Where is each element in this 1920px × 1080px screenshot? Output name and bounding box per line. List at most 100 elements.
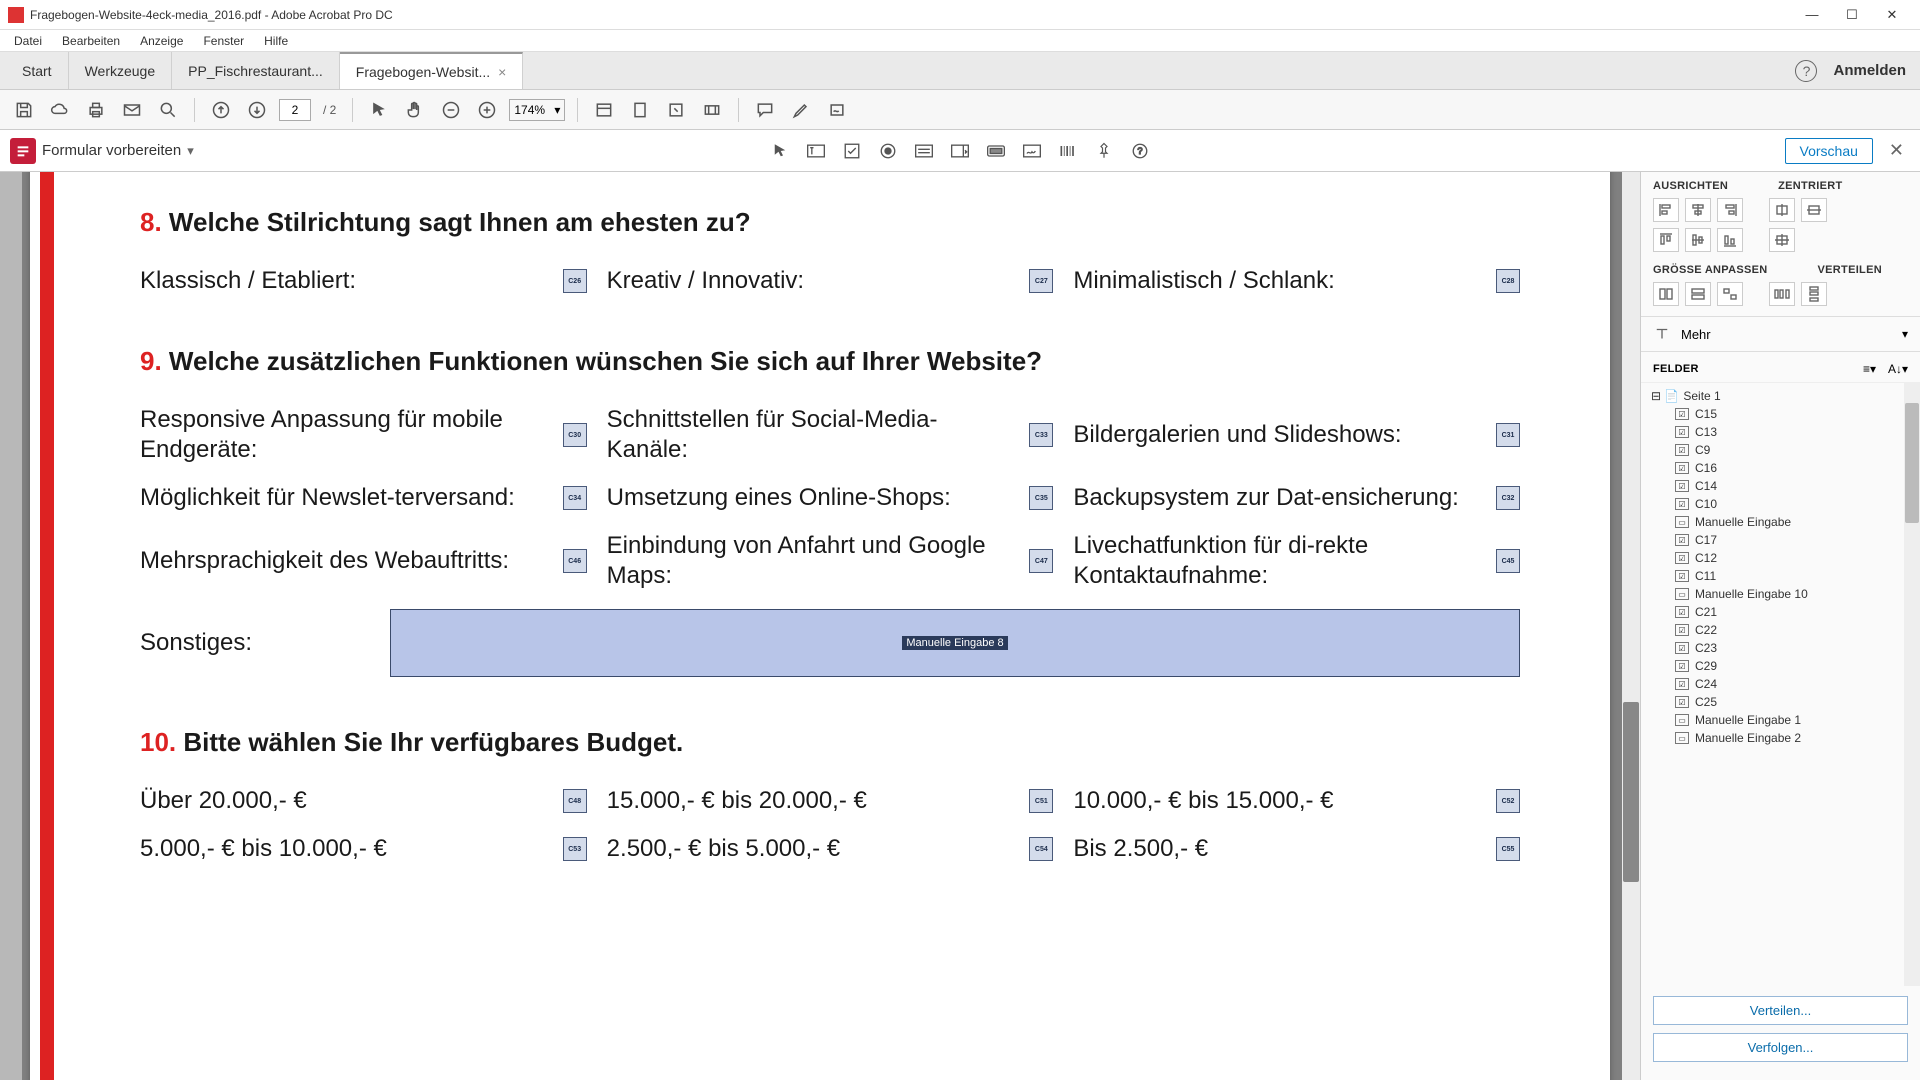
pin-tool-icon[interactable] (1089, 138, 1119, 164)
menu-item[interactable]: Datei (6, 32, 50, 50)
checkbox-field[interactable]: C30 (563, 423, 587, 447)
checkbox-field[interactable]: C27 (1029, 269, 1053, 293)
distribute-h-icon[interactable] (1769, 282, 1795, 306)
page-number-input[interactable] (279, 99, 311, 121)
zoom-in-icon[interactable] (473, 96, 501, 124)
field-list-item[interactable]: ▭Manuelle Eingabe 2 (1641, 729, 1920, 747)
distribute-v-icon[interactable] (1801, 282, 1827, 306)
field-page-node[interactable]: ⊟ 📄 Seite 1 (1641, 387, 1920, 405)
checkbox-tool-icon[interactable] (837, 138, 867, 164)
checkbox-field[interactable]: C51 (1029, 789, 1053, 813)
left-nav-strip[interactable] (0, 172, 22, 1080)
scroll-thumb[interactable] (1905, 403, 1919, 523)
checkbox-field[interactable]: C33 (1029, 423, 1053, 447)
align-vcenter-icon[interactable] (1685, 228, 1711, 252)
page-down-icon[interactable] (243, 96, 271, 124)
match-height-icon[interactable] (1685, 282, 1711, 306)
search-icon[interactable] (154, 96, 182, 124)
more-dropdown[interactable]: Mehr ▾ (1641, 316, 1920, 352)
barcode-tool-icon[interactable] (1053, 138, 1083, 164)
sign-icon[interactable] (823, 96, 851, 124)
document-area[interactable]: 8. Welche Stilrichtung sagt Ihnen am ehe… (22, 172, 1640, 1080)
field-list-item[interactable]: ☑C14 (1641, 477, 1920, 495)
view-mode-icon[interactable] (698, 96, 726, 124)
tab-doc1[interactable]: PP_Fischrestaurant... (172, 52, 340, 89)
field-list-item[interactable]: ☑C15 (1641, 405, 1920, 423)
textfield-tool-icon[interactable] (801, 138, 831, 164)
distribute-button[interactable]: Verteilen... (1653, 996, 1908, 1025)
maximize-button[interactable]: ☐ (1832, 3, 1872, 27)
field-list-item[interactable]: ☑C13 (1641, 423, 1920, 441)
print-icon[interactable] (82, 96, 110, 124)
cloud-icon[interactable] (46, 96, 74, 124)
close-panel-button[interactable]: ✕ (1883, 140, 1910, 161)
checkbox-field[interactable]: C31 (1496, 423, 1520, 447)
align-hcenter-icon[interactable] (1685, 198, 1711, 222)
checkbox-field[interactable]: C32 (1496, 486, 1520, 510)
radio-tool-icon[interactable] (873, 138, 903, 164)
login-link[interactable]: Anmelden (1833, 62, 1906, 79)
checkbox-field[interactable]: C52 (1496, 789, 1520, 813)
center-v-icon[interactable] (1801, 198, 1827, 222)
field-list-item[interactable]: ▭Manuelle Eingabe (1641, 513, 1920, 531)
field-list-item[interactable]: ☑C11 (1641, 567, 1920, 585)
field-list-item[interactable]: ☑C12 (1641, 549, 1920, 567)
field-list-item[interactable]: ☑C17 (1641, 531, 1920, 549)
field-list-scrollbar[interactable] (1904, 383, 1920, 986)
tab-tools[interactable]: Werkzeuge (69, 52, 173, 89)
vertical-scrollbar[interactable] (1622, 172, 1640, 1080)
listbox-tool-icon[interactable] (909, 138, 939, 164)
field-list-item[interactable]: ☑C23 (1641, 639, 1920, 657)
fit-page-icon[interactable] (626, 96, 654, 124)
field-list-item[interactable]: ☑C22 (1641, 621, 1920, 639)
center-h-icon[interactable] (1769, 198, 1795, 222)
field-list-item[interactable]: ▭Manuelle Eingabe 10 (1641, 585, 1920, 603)
fit-width-icon[interactable] (590, 96, 618, 124)
rotate-icon[interactable] (662, 96, 690, 124)
checkbox-field[interactable]: C28 (1496, 269, 1520, 293)
field-list-item[interactable]: ☑C24 (1641, 675, 1920, 693)
mail-icon[interactable] (118, 96, 146, 124)
track-button[interactable]: Verfolgen... (1653, 1033, 1908, 1062)
zoom-select[interactable]: 174%▾ (509, 99, 565, 121)
tab-doc2[interactable]: Fragebogen-Websit...× (340, 52, 524, 89)
align-bottom-icon[interactable] (1717, 228, 1743, 252)
checkbox-field[interactable]: C47 (1029, 549, 1053, 573)
page-up-icon[interactable] (207, 96, 235, 124)
match-both-icon[interactable] (1717, 282, 1743, 306)
menu-item[interactable]: Bearbeiten (54, 32, 128, 50)
text-field[interactable]: Manuelle Eingabe 8 (390, 609, 1520, 677)
checkbox-field[interactable]: C48 (563, 789, 587, 813)
close-window-button[interactable]: ✕ (1872, 3, 1912, 27)
menu-item[interactable]: Fenster (195, 32, 252, 50)
checkbox-field[interactable]: C45 (1496, 549, 1520, 573)
checkbox-field[interactable]: C55 (1496, 837, 1520, 861)
field-list-item[interactable]: ☑C10 (1641, 495, 1920, 513)
pointer-icon[interactable] (365, 96, 393, 124)
checkbox-field[interactable]: C54 (1029, 837, 1053, 861)
form-help-icon[interactable]: ? (1125, 138, 1155, 164)
hand-icon[interactable] (401, 96, 429, 124)
field-list-item[interactable]: ☑C16 (1641, 459, 1920, 477)
dropdown-tool-icon[interactable] (945, 138, 975, 164)
tab-close-icon[interactable]: × (498, 64, 506, 80)
align-left-icon[interactable] (1653, 198, 1679, 222)
match-width-icon[interactable] (1653, 282, 1679, 306)
highlight-icon[interactable] (787, 96, 815, 124)
checkbox-field[interactable]: C53 (563, 837, 587, 861)
scroll-thumb[interactable] (1623, 702, 1639, 882)
help-icon[interactable]: ? (1795, 60, 1817, 82)
save-icon[interactable] (10, 96, 38, 124)
sort-icon[interactable]: ≡▾ (1863, 362, 1876, 376)
order-icon[interactable]: A↓▾ (1888, 362, 1908, 376)
field-list-item[interactable]: ☑C9 (1641, 441, 1920, 459)
select-tool-icon[interactable] (765, 138, 795, 164)
checkbox-field[interactable]: C34 (563, 486, 587, 510)
minimize-button[interactable]: — (1792, 3, 1832, 27)
checkbox-field[interactable]: C46 (563, 549, 587, 573)
menu-item[interactable]: Anzeige (132, 32, 191, 50)
form-mode-dropdown[interactable]: Formular vorbereiten ▾ (10, 138, 194, 164)
menu-item[interactable]: Hilfe (256, 32, 296, 50)
field-list-item[interactable]: ☑C29 (1641, 657, 1920, 675)
preview-button[interactable]: Vorschau (1785, 138, 1873, 164)
